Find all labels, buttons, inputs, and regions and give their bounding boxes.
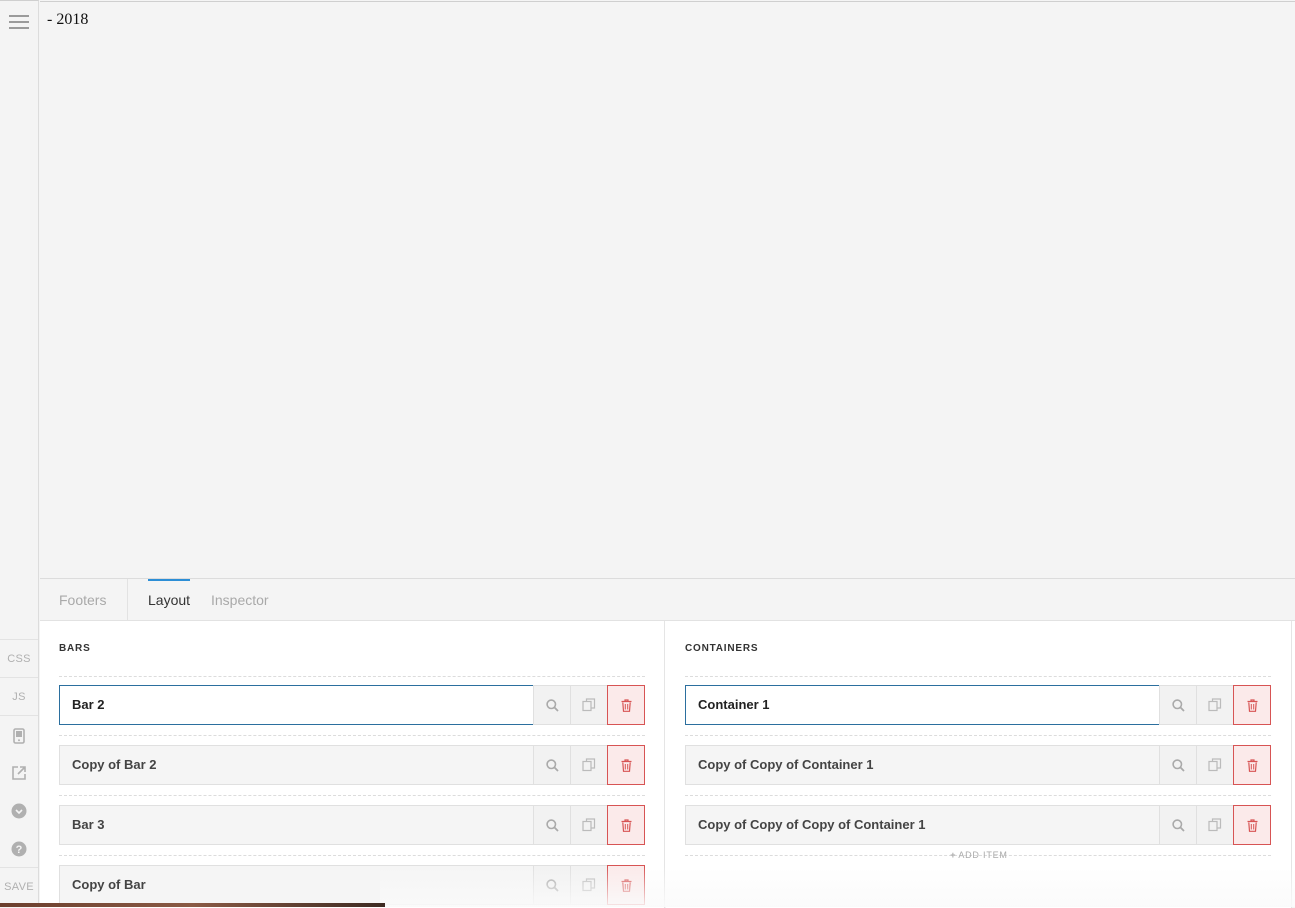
duplicate-button[interactable] [570, 685, 607, 725]
device-preview-button[interactable] [0, 717, 38, 755]
tab-inspector[interactable]: Inspector [211, 579, 269, 621]
inspect-button[interactable] [1159, 685, 1196, 725]
tab-footers[interactable]: Footers [59, 579, 106, 621]
search-icon [1171, 698, 1185, 712]
copy-icon [1208, 758, 1222, 772]
divider [127, 579, 128, 621]
divider [59, 735, 645, 736]
divider [685, 676, 1271, 677]
bar-item: Bar 3 [59, 805, 645, 845]
container-name-field[interactable]: Container 1 [685, 685, 1159, 725]
containers-column: CONTAINERS Container 1 Copy of Copy of C… [666, 621, 1292, 908]
bar-name-field[interactable]: Bar 2 [59, 685, 533, 725]
search-icon [545, 698, 559, 712]
plus-icon: + [950, 850, 957, 860]
container-item: Copy of Copy of Container 1 [685, 745, 1271, 785]
delete-button[interactable] [1233, 805, 1271, 845]
delete-button[interactable] [1233, 685, 1271, 725]
trash-icon [621, 878, 631, 892]
inspect-button[interactable] [533, 685, 570, 725]
search-icon [1171, 758, 1185, 772]
copy-icon [582, 698, 596, 712]
inspect-button[interactable] [533, 805, 570, 845]
bar-name-field[interactable]: Copy of Bar 2 [59, 745, 533, 785]
desktop-background-strip [0, 903, 385, 907]
search-icon [1171, 818, 1185, 832]
container-name-field[interactable]: Copy of Copy of Copy of Container 1 [685, 805, 1159, 845]
search-icon [545, 818, 559, 832]
containers-heading: CONTAINERS [685, 643, 759, 654]
duplicate-button[interactable] [1196, 805, 1233, 845]
inspect-button[interactable] [1159, 805, 1196, 845]
search-icon [545, 878, 559, 892]
menu-icon[interactable] [9, 15, 29, 29]
copy-icon [582, 878, 596, 892]
container-item: Copy of Copy of Copy of Container 1 [685, 805, 1271, 845]
delete-button[interactable] [1233, 745, 1271, 785]
open-external-button[interactable] [0, 754, 38, 792]
trash-icon [1247, 818, 1257, 832]
trash-icon [621, 698, 631, 712]
help-icon: ? [11, 841, 27, 857]
divider [0, 715, 38, 716]
delete-button[interactable] [607, 745, 645, 785]
trash-icon [621, 818, 631, 832]
js-button[interactable]: JS [0, 678, 38, 716]
tab-bar: Footers Layout Inspector [40, 579, 1295, 621]
divider [59, 855, 645, 856]
chevron-down-circle-icon [11, 803, 27, 819]
container-name-field[interactable]: Copy of Copy of Container 1 [685, 745, 1159, 785]
external-link-icon [12, 766, 26, 780]
search-icon [545, 758, 559, 772]
inspect-button[interactable] [533, 745, 570, 785]
bar-item: Copy of Bar 2 [59, 745, 645, 785]
editor-panel: Footers Layout Inspector BARS Bar 2 Copy… [40, 578, 1295, 908]
bars-column: BARS Bar 2 Copy of Bar 2 Bar 3 Copy of B… [40, 621, 665, 908]
bar-name-field[interactable]: Copy of Bar [59, 865, 533, 905]
save-button[interactable]: SAVE [0, 868, 38, 906]
divider [59, 795, 645, 796]
duplicate-button[interactable] [570, 745, 607, 785]
trash-icon [1247, 758, 1257, 772]
add-item-label: ADD ITEM [958, 850, 1008, 860]
divider [685, 735, 1271, 736]
tablet-icon [13, 728, 25, 744]
duplicate-button[interactable] [570, 805, 607, 845]
add-item-button[interactable]: + ADD ITEM [666, 850, 1292, 860]
delete-button[interactable] [607, 805, 645, 845]
copy-icon [582, 818, 596, 832]
copy-icon [1208, 818, 1222, 832]
bar-item: Copy of Bar [59, 865, 645, 905]
inspect-button[interactable] [533, 865, 570, 905]
trash-icon [621, 758, 631, 772]
left-toolbar: CSS JS ? SAVE [0, 0, 39, 907]
trash-icon [1247, 698, 1257, 712]
duplicate-button[interactable] [570, 865, 607, 905]
preview-canvas[interactable]: - 2018 [40, 1, 1295, 578]
help-button[interactable]: ? [0, 830, 38, 868]
delete-button[interactable] [607, 685, 645, 725]
svg-text:?: ? [16, 844, 23, 856]
css-button[interactable]: CSS [0, 640, 38, 678]
bars-heading: BARS [59, 643, 91, 654]
preview-text: - 2018 [47, 11, 89, 28]
divider [685, 795, 1271, 796]
divider [59, 676, 645, 677]
bar-item: Bar 2 [59, 685, 645, 725]
copy-icon [1208, 698, 1222, 712]
delete-button[interactable] [607, 865, 645, 905]
tab-layout[interactable]: Layout [148, 579, 191, 621]
download-button[interactable] [0, 792, 38, 830]
bar-name-field[interactable]: Bar 3 [59, 805, 533, 845]
duplicate-button[interactable] [1196, 745, 1233, 785]
inspect-button[interactable] [1159, 745, 1196, 785]
copy-icon [582, 758, 596, 772]
container-item: Container 1 [685, 685, 1271, 725]
duplicate-button[interactable] [1196, 685, 1233, 725]
